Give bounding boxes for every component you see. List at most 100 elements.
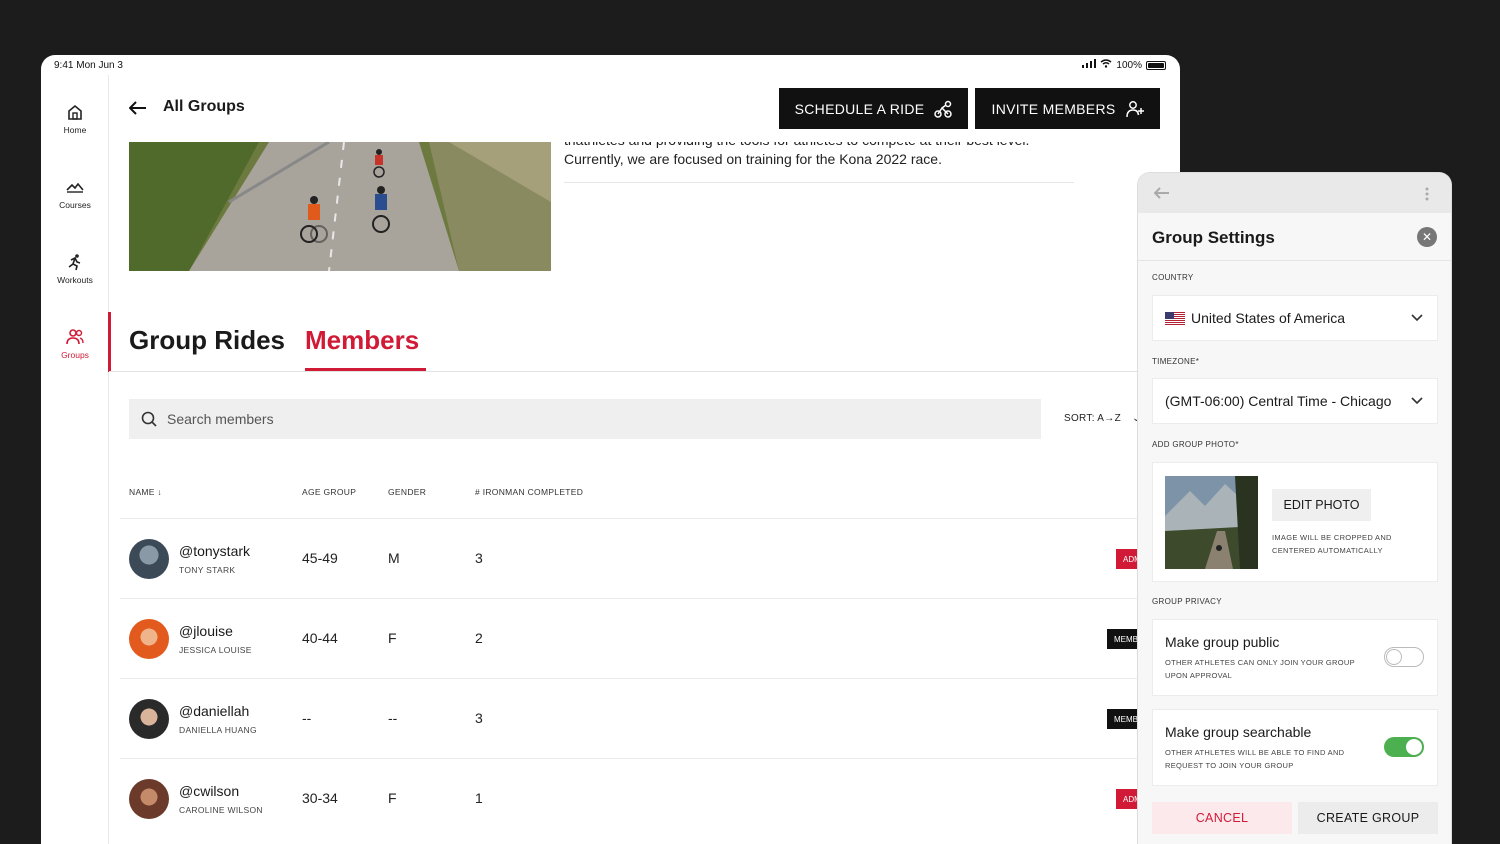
panel-title: Group Settings [1152,228,1275,247]
avatar [129,619,169,659]
country-value: United States of America [1191,310,1346,326]
column-header-gender[interactable]: GENDER [388,487,426,497]
status-indicators: 100% [1082,59,1166,71]
gender-cell: F [388,630,397,646]
courses-icon [66,182,84,193]
signal-icon [1082,59,1097,71]
public-toggle[interactable] [1384,647,1424,667]
route-icon [934,100,953,118]
ironman-cell: 3 [475,550,483,566]
divider [109,371,1180,372]
close-icon[interactable]: ✕ [1417,227,1437,247]
column-header-name[interactable]: NAME ↓ [129,487,162,497]
more-options-icon[interactable] [1425,187,1429,206]
member-name: TONY STARK [179,565,236,575]
group-photo-thumbnail [1165,476,1258,569]
member-handle: @tonystark [179,543,251,559]
groups-icon [66,329,84,345]
back-arrow-icon[interactable] [1153,186,1170,204]
member-handle: @jlouise [179,623,233,639]
sidebar-item-label: Groups [61,350,89,360]
photo-label: ADD GROUP PHOTO* [1152,440,1239,449]
schedule-ride-button[interactable]: SCHEDULE A RIDE [779,88,968,129]
column-header-age-group[interactable]: AGE GROUP [302,487,356,497]
public-title: Make group public [1165,634,1280,650]
wifi-icon [1100,59,1112,71]
ironman-cell: 1 [475,790,483,806]
age-group-cell: -- [302,710,312,726]
gender-cell: -- [388,710,398,726]
table-row[interactable]: @jlouise JESSICA LOUISE 40-44 F 2 MEMBER [120,598,1180,678]
age-group-cell: 40-44 [302,630,338,646]
column-header-ironman[interactable]: # IRONMAN COMPLETED [475,487,583,497]
timezone-select[interactable]: (GMT-06:00) Central Time - Chicago [1152,378,1438,424]
country-select[interactable]: United States of America [1152,295,1438,341]
photo-note: IMAGE WILL BE CROPPED AND CENTERED AUTOM… [1272,533,1392,555]
battery-icon [1146,60,1166,70]
sidebar-item-label: Workouts [57,275,93,285]
country-label: COUNTRY [1152,273,1194,282]
member-name: JESSICA LOUISE [179,645,252,655]
sidebar-item-courses[interactable]: Courses [41,178,109,210]
tab-members[interactable]: Members [305,325,419,356]
gender-cell: F [388,790,397,806]
sort-dropdown[interactable]: SORT: A→Z ⌄ [1064,413,1141,424]
gender-cell: M [388,550,400,566]
table-row[interactable]: @cwilson CAROLINE WILSON 30-34 F 1 ADMIN [120,758,1180,838]
group-photo-box: EDIT PHOTO IMAGE WILL BE CROPPED AND CEN… [1152,462,1438,582]
divider [564,182,1074,183]
group-cover-photo [129,142,551,271]
home-icon [68,104,82,120]
avatar [129,699,169,739]
avatar [129,539,169,579]
table-row[interactable]: @daniellah DANIELLA HUANG -- -- 3 MEMBER [120,678,1180,758]
search-icon [141,411,157,427]
privacy-label: GROUP PRIVACY [1152,597,1222,606]
member-name: CAROLINE WILSON [179,805,263,815]
search-placeholder: Search members [167,411,274,427]
chevron-down-icon [1411,310,1423,325]
edit-photo-button[interactable]: EDIT PHOTO [1272,489,1371,521]
cancel-button[interactable]: CANCEL [1152,802,1292,834]
us-flag-icon [1165,311,1185,325]
table-row[interactable]: @tonystark TONY STARK 45-49 M 3 ADMIN [120,518,1180,598]
battery-percent: 100% [1116,59,1142,71]
sidebar-item-workouts[interactable]: Workouts [41,253,109,285]
ironman-cell: 2 [475,630,483,646]
group-settings-panel: Group Settings ✕ COUNTRY United States o… [1138,173,1451,844]
invite-members-label: INVITE MEMBERS [991,100,1116,117]
sidebar-item-home[interactable]: Home [41,103,109,135]
sidebar-item-groups[interactable]: Groups [41,312,111,372]
public-setting: Make group public OTHER ATHLETES CAN ONL… [1152,619,1438,696]
ironman-cell: 3 [475,710,483,726]
schedule-ride-label: SCHEDULE A RIDE [794,100,925,117]
add-user-icon [1125,100,1144,117]
age-group-cell: 45-49 [302,550,338,566]
status-bar: 9:41 Mon Jun 3 100% [41,55,1180,75]
public-description: OTHER ATHLETES CAN ONLY JOIN YOUR GROUP … [1165,658,1355,680]
workouts-icon [68,254,81,271]
tablet-screen: 9:41 Mon Jun 3 100% Home Courses Workout… [41,55,1180,844]
sidebar: Home Courses Workouts Groups [41,75,111,844]
searchable-title: Make group searchable [1165,724,1312,740]
description-line: Currently, we are focused on training fo… [564,151,942,167]
create-group-button[interactable]: CREATE GROUP [1298,802,1438,834]
searchable-toggle[interactable] [1384,737,1424,757]
sidebar-item-label: Courses [59,200,91,210]
page-title: All Groups [163,98,245,115]
status-time: 9:41 Mon Jun 3 [54,60,123,71]
sidebar-item-label: Home [63,125,87,135]
timezone-label: TIMEZONE* [1152,357,1200,366]
sort-label: SORT: A→Z [1064,413,1121,424]
invite-members-button[interactable]: INVITE MEMBERS [975,88,1160,129]
member-name: DANIELLA HUANG [179,725,257,735]
member-handle: @daniellah [179,703,250,719]
member-handle: @cwilson [179,783,240,799]
timezone-value: (GMT-06:00) Central Time - Chicago [1165,393,1392,409]
chevron-down-icon [1411,393,1423,408]
searchable-setting: Make group searchable OTHER ATHLETES WIL… [1152,709,1438,786]
searchable-description: OTHER ATHLETES WILL BE ABLE TO FIND AND … [1165,748,1345,770]
tab-group-rides[interactable]: Group Rides [129,325,285,356]
back-arrow-icon[interactable] [128,98,147,121]
search-members-input[interactable]: Search members [129,399,1041,439]
